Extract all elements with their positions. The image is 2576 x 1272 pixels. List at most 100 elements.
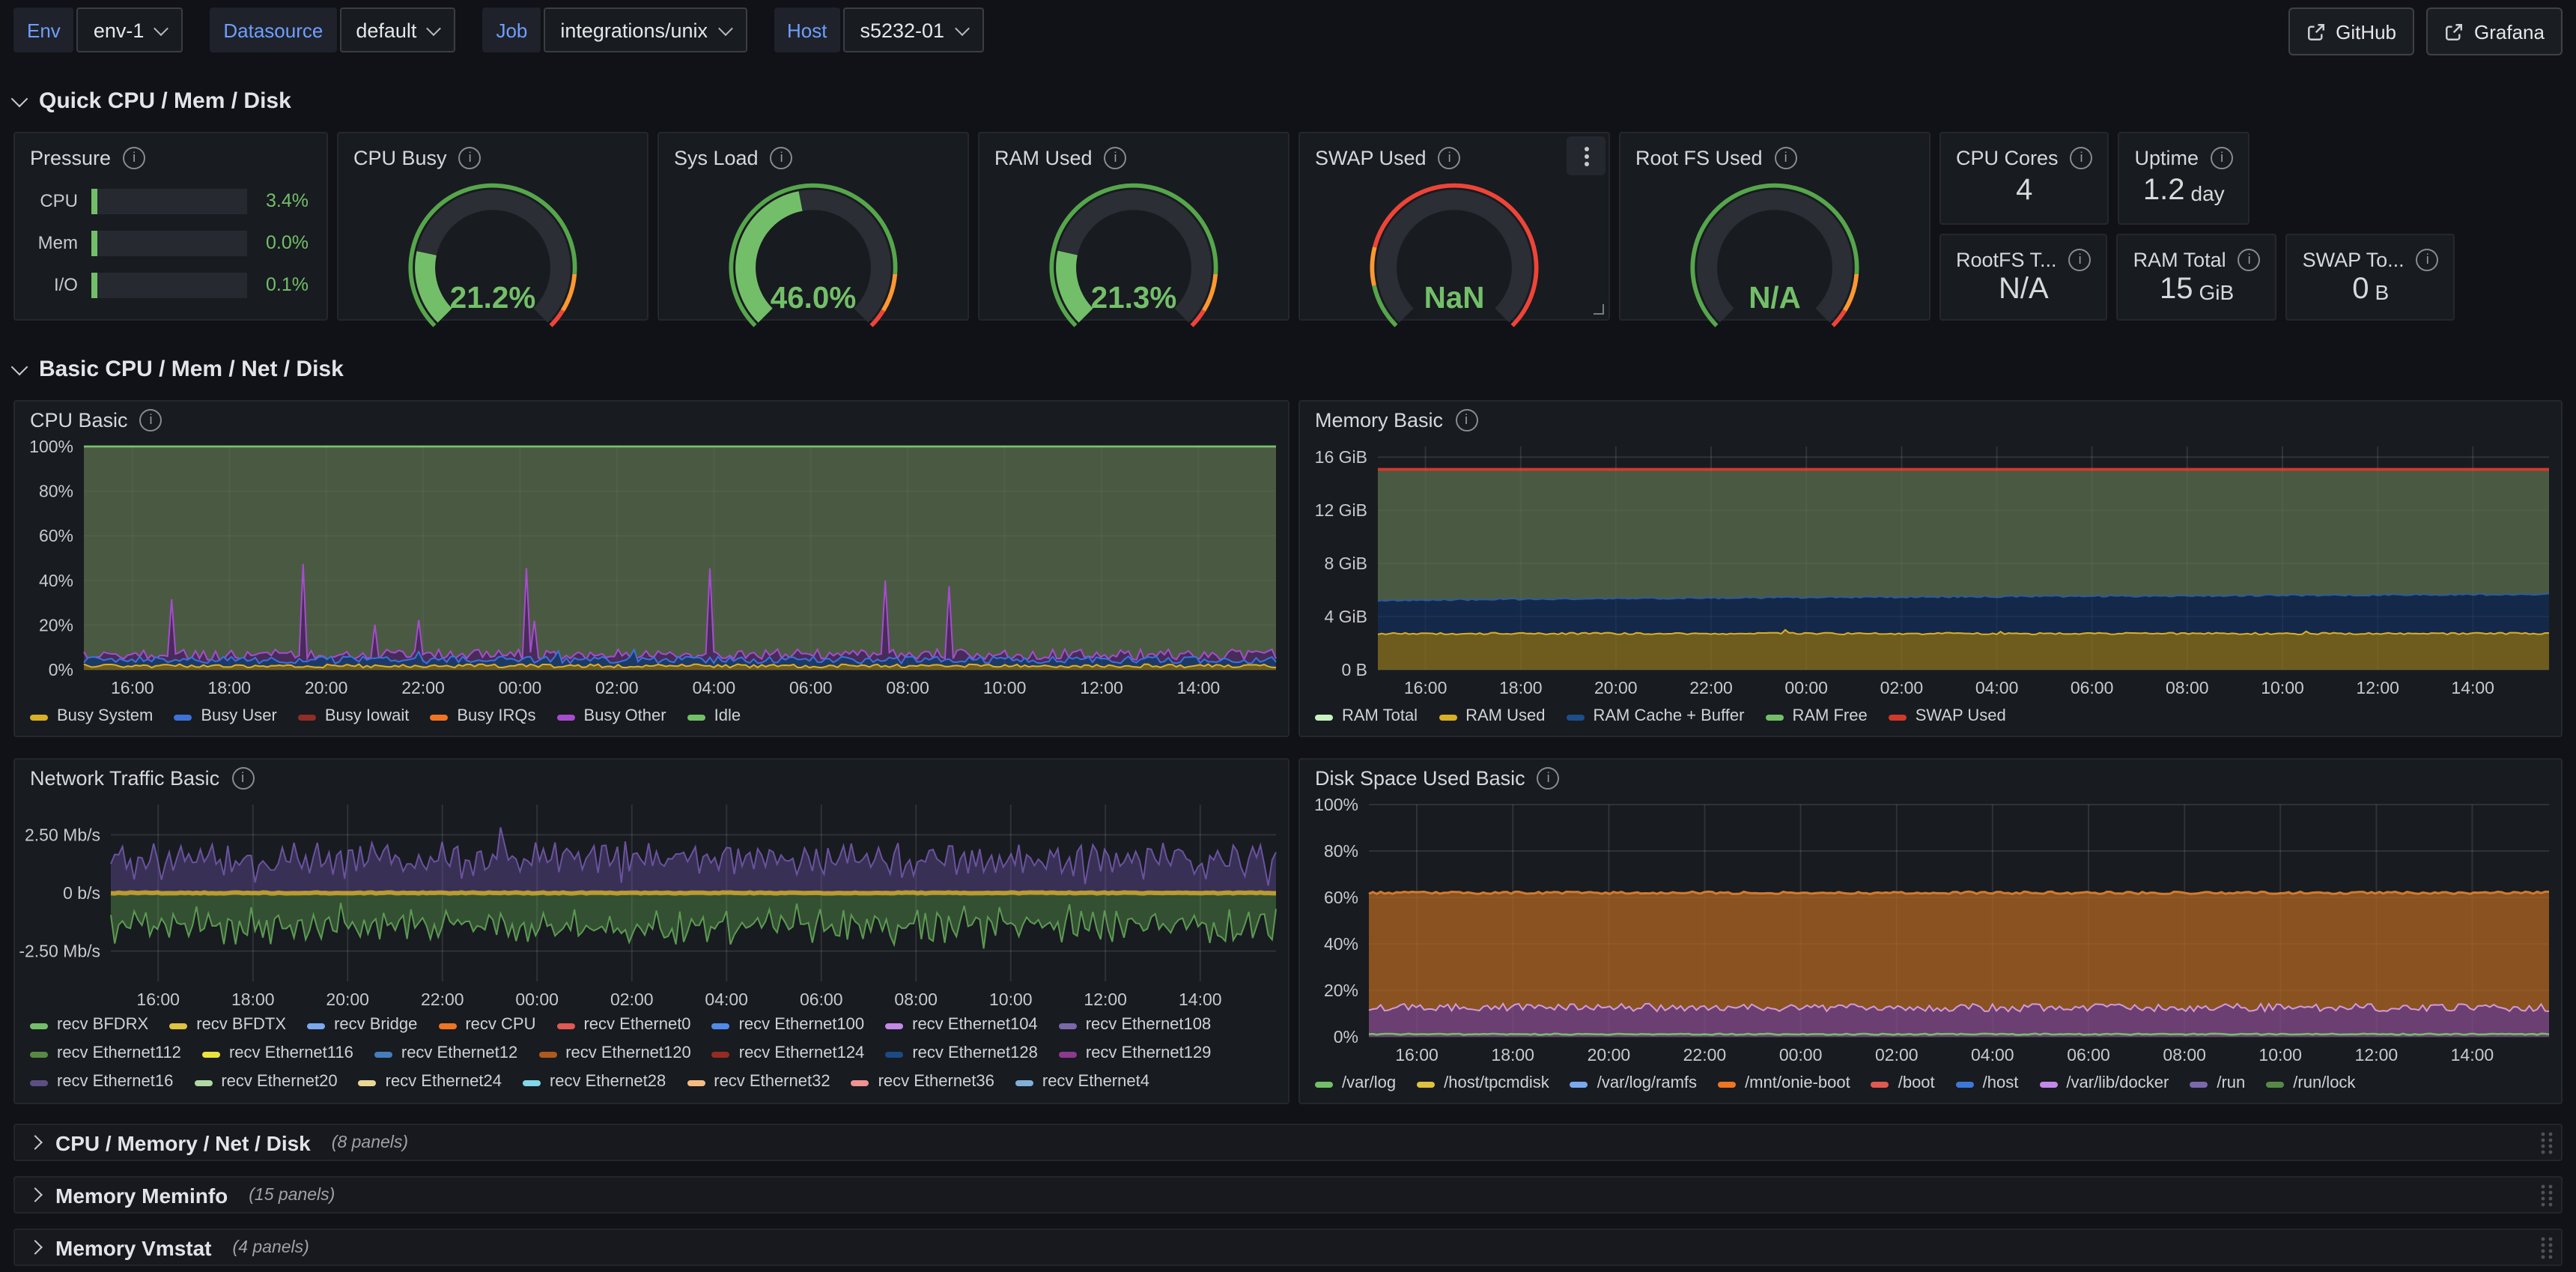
cpu-basic-chart: 100%80%60%40%20%0%16:0018:0020:0022:0000…	[15, 402, 1288, 736]
legend-item[interactable]: recv Ethernet36	[851, 1068, 994, 1097]
panel-title-row[interactable]: Sys Load	[659, 133, 967, 175]
legend-swatch	[1417, 1081, 1435, 1087]
row-title: Memory Meminfo	[55, 1183, 228, 1207]
panel-title-row[interactable]: Network Traffic Basic	[30, 767, 254, 790]
legend-item[interactable]: recv Ethernet120	[538, 1040, 691, 1068]
legend-label: recv Ethernet20	[221, 1068, 337, 1097]
drag-handle-icon[interactable]	[2539, 1129, 2554, 1156]
panel-title-row[interactable]: SWAP Used	[1300, 133, 1609, 175]
legend-item[interactable]: recv Ethernet28	[523, 1068, 666, 1097]
legend-swatch	[523, 1079, 541, 1085]
charts-row-2: Network Traffic Basic 2.50 Mb/s0 b/s-2.5…	[13, 758, 2563, 1104]
variable-control: Job integrations/unix	[482, 7, 747, 52]
dashboard-link-button[interactable]: GitHub	[2288, 7, 2414, 55]
info-icon[interactable]	[2211, 146, 2233, 169]
legend-item[interactable]: /var/lib/docker	[2039, 1070, 2169, 1098]
legend-item[interactable]: Busy Other	[557, 703, 666, 731]
panel-title-row[interactable]: Disk Space Used Basic	[1315, 767, 1560, 790]
info-icon[interactable]	[231, 767, 254, 790]
legend-item[interactable]: recv Ethernet32	[687, 1068, 830, 1097]
legend-item[interactable]: Busy IRQs	[430, 703, 535, 731]
panel-resize-handle[interactable]	[1594, 304, 1604, 315]
variable-dropdown[interactable]: integrations/unix	[544, 7, 747, 52]
legend-item[interactable]: Busy User	[174, 703, 277, 731]
info-icon[interactable]	[1105, 146, 1127, 169]
legend-item[interactable]: recv BFDTX	[169, 1011, 286, 1040]
info-icon[interactable]	[2416, 248, 2439, 270]
variable-dropdown[interactable]: default	[339, 7, 455, 52]
legend-item[interactable]: RAM Used	[1439, 703, 1545, 731]
legend-item[interactable]: /var/log	[1315, 1070, 1396, 1098]
legend-item[interactable]: recv Ethernet100	[712, 1011, 865, 1040]
info-icon[interactable]	[1455, 409, 1477, 431]
row-header-basic[interactable]: Basic CPU / Mem / Net / Disk	[13, 354, 2563, 384]
drag-handle-icon[interactable]	[2539, 1181, 2554, 1208]
info-icon[interactable]	[1537, 767, 1560, 790]
legend-item[interactable]: RAM Cache + Buffer	[1566, 703, 1744, 731]
legend-item[interactable]: recv Ethernet16	[30, 1068, 173, 1097]
info-icon[interactable]	[2069, 248, 2092, 270]
legend-item[interactable]: recv Ethernet12	[374, 1040, 517, 1068]
panel-title-row[interactable]: CPU Busy	[338, 133, 647, 175]
info-icon[interactable]	[140, 409, 162, 431]
legend-item[interactable]: recv Bridge	[307, 1011, 417, 1040]
legend-item[interactable]: Idle	[687, 703, 741, 731]
legend-item[interactable]: Busy System	[30, 703, 153, 731]
legend-item[interactable]: /mnt/onie-boot	[1718, 1070, 1850, 1098]
panel-title-row[interactable]: Pressure	[15, 133, 326, 175]
legend-item[interactable]: RAM Free	[1765, 703, 1867, 731]
row-header-quick[interactable]: Quick CPU / Mem / Disk	[13, 85, 2563, 115]
legend-item[interactable]: recv Ethernet108	[1059, 1011, 1212, 1040]
variable-dropdown[interactable]: s5232-01	[843, 7, 983, 52]
info-icon[interactable]	[2071, 146, 2093, 169]
legend-item[interactable]: Busy Iowait	[298, 703, 410, 731]
panel-title-row[interactable]: RAM Used	[979, 133, 1288, 175]
legend-item[interactable]: recv Ethernet128	[885, 1040, 1038, 1068]
legend-item[interactable]: recv Ethernet116	[202, 1040, 353, 1068]
dashboard-link-label: Grafana	[2474, 20, 2545, 43]
chart-legend: /var/log /host/tpcmdisk /var/log/ramfs /…	[1315, 1070, 2552, 1098]
legend-label: /boot	[1898, 1070, 1935, 1098]
dashboard-link-button[interactable]: Grafana	[2426, 7, 2563, 55]
legend-item[interactable]: recv Ethernet20	[194, 1068, 337, 1097]
svg-text:21.3%: 21.3%	[1091, 280, 1176, 315]
info-icon[interactable]	[2238, 248, 2261, 270]
drag-handle-icon[interactable]	[2539, 1234, 2554, 1261]
row-title: Quick CPU / Mem / Disk	[39, 88, 291, 113]
svg-text:10:00: 10:00	[2261, 678, 2304, 697]
panel-title-row[interactable]: Root FS Used	[1620, 133, 1929, 175]
legend-item[interactable]: recv Ethernet0	[556, 1011, 690, 1040]
legend-item[interactable]: recv Ethernet24	[359, 1068, 502, 1097]
collapsed-row[interactable]: CPU / Memory / Net / Disk (8 panels)	[13, 1124, 2563, 1161]
variable-value: integrations/unix	[560, 19, 708, 41]
legend-item[interactable]: recv Ethernet4	[1015, 1068, 1149, 1097]
info-icon[interactable]	[123, 146, 145, 169]
gauge-chart: NaN	[1325, 178, 1583, 328]
legend-item[interactable]: RAM Total	[1315, 703, 1418, 731]
info-icon[interactable]	[1439, 146, 1461, 169]
legend-item[interactable]: /run/lock	[2266, 1070, 2355, 1098]
legend-item[interactable]: recv BFDRX	[30, 1011, 148, 1040]
legend-item[interactable]: recv CPU	[438, 1011, 535, 1040]
info-icon[interactable]	[1775, 146, 1797, 169]
panel-title-row[interactable]: Memory Basic	[1315, 409, 1477, 431]
info-icon[interactable]	[459, 146, 482, 169]
legend-item[interactable]: recv Ethernet129	[1059, 1040, 1212, 1068]
collapsed-row[interactable]: Memory Vmstat (4 panels)	[13, 1229, 2563, 1266]
stat-value: 1.2 day	[2120, 169, 2249, 213]
panel-title-row[interactable]: CPU Basic	[30, 409, 162, 431]
legend-item[interactable]: /run	[2190, 1070, 2245, 1098]
legend-item[interactable]: /host/tpcmdisk	[1417, 1070, 1549, 1098]
variable-dropdown[interactable]: env-1	[77, 7, 183, 52]
legend-item[interactable]: /host	[1956, 1070, 2019, 1098]
legend-item[interactable]: /var/log/ramfs	[1570, 1070, 1697, 1098]
kebab-menu-button[interactable]	[1567, 136, 1606, 175]
legend-item[interactable]: SWAP Used	[1889, 703, 2006, 731]
legend-item[interactable]: /boot	[1871, 1070, 1935, 1098]
info-icon[interactable]	[771, 146, 793, 169]
legend-item[interactable]: recv Ethernet124	[712, 1040, 865, 1068]
collapsed-row[interactable]: Memory Meminfo (15 panels)	[13, 1176, 2563, 1214]
legend-item[interactable]: recv Ethernet112	[30, 1040, 181, 1068]
svg-text:04:00: 04:00	[1971, 1045, 2014, 1064]
legend-item[interactable]: recv Ethernet104	[885, 1011, 1038, 1040]
